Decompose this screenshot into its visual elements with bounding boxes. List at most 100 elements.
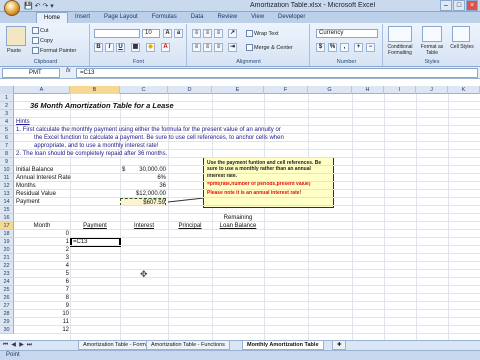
row-header[interactable]: 7 [0,142,14,150]
formula-input[interactable]: =C13 [76,68,478,78]
column-header[interactable]: E [212,86,264,94]
format-painter-button[interactable]: Format Painter [32,47,76,54]
last-sheet-icon[interactable]: ⏭ [26,342,33,349]
row-header[interactable]: 2 [0,102,14,110]
next-sheet-icon[interactable]: ▶ [18,342,25,349]
number-format-select[interactable]: Currency [316,29,378,38]
tab-review[interactable]: Review [210,12,244,23]
row-header[interactable]: 6 [0,134,14,142]
font-color-icon[interactable]: A [161,43,170,52]
font-size-select[interactable]: 10 [142,29,160,38]
row-header[interactable]: 28 [0,310,14,318]
office-button[interactable] [4,0,20,16]
first-sheet-icon[interactable]: ⏮ [2,342,9,349]
row-header[interactable]: 5 [0,126,14,134]
orientation-icon[interactable]: ↗ [228,29,237,38]
underline-icon[interactable]: U [116,43,125,52]
row-header[interactable]: 24 [0,278,14,286]
merge-center-button[interactable]: Merge & Center [246,44,293,51]
align-center-icon[interactable]: ≡ [203,43,212,52]
column-header[interactable]: K [448,86,480,94]
column-header[interactable]: F [264,86,308,94]
tab-home[interactable]: Home [36,12,69,23]
row-header[interactable]: 8 [0,150,14,158]
row-header[interactable]: 4 [0,118,14,126]
indent-icon[interactable]: ⇥ [228,43,237,52]
column-header[interactable]: B [70,86,120,94]
grow-font-icon[interactable]: A [163,29,172,38]
cut-button[interactable]: Cut [32,27,49,34]
column-header[interactable]: A [14,86,70,94]
align-left-icon[interactable]: ≡ [192,43,201,52]
row-header[interactable]: 16 [0,214,14,222]
cell-styles-icon[interactable] [452,26,470,42]
align-top-icon[interactable]: ≡ [192,29,201,38]
row-header[interactable]: 20 [0,246,14,254]
fill-color-icon[interactable]: ◆ [146,43,155,52]
fx-icon[interactable]: fx [66,68,71,74]
italic-icon[interactable]: I [105,43,114,52]
conditional-formatting-button[interactable]: Conditional Formatting [384,44,416,56]
bold-icon[interactable]: B [94,43,103,52]
minimize-icon[interactable]: – [440,0,452,11]
column-header[interactable]: C [120,86,168,94]
quick-access-toolbar[interactable]: 💾 ↶ ↷ ▾ [24,2,54,10]
prev-sheet-icon[interactable]: ◀ [10,342,17,349]
row-header[interactable]: 9 [0,158,14,166]
format-as-table-icon[interactable] [422,26,442,42]
row-header[interactable]: 19 [0,238,14,246]
increase-decimal-icon[interactable]: + [354,43,363,52]
tab-view[interactable]: View [244,12,271,23]
copy-button[interactable]: Copy [32,37,53,44]
row-header[interactable]: 10 [0,166,14,174]
decrease-decimal-icon[interactable]: − [366,43,375,52]
row-header[interactable]: 21 [0,254,14,262]
tab-developer[interactable]: Developer [271,12,312,23]
row-header[interactable]: 14 [0,198,14,206]
maximize-icon[interactable]: □ [453,0,465,11]
tab-page-layout[interactable]: Page Layout [97,12,145,23]
currency-icon[interactable]: $ [316,43,325,52]
row-header[interactable]: 30 [0,326,14,334]
format-as-table-button[interactable]: Format as Table [418,44,446,56]
name-box[interactable]: PMT [2,68,60,78]
shrink-font-icon[interactable]: a [174,29,183,38]
row-header[interactable]: 22 [0,262,14,270]
close-icon[interactable]: × [466,0,478,11]
font-name-select[interactable] [94,29,140,38]
insert-sheet-icon[interactable]: ✚ [332,341,346,350]
row-header[interactable]: 25 [0,286,14,294]
column-header[interactable]: I [384,86,416,94]
row-header[interactable]: 23 [0,270,14,278]
paste-button[interactable]: Paste [7,48,21,54]
row-header[interactable]: 27 [0,302,14,310]
sheet-tab-monthly[interactable]: Monthly Amortization Table [242,341,324,350]
column-header[interactable]: G [308,86,352,94]
row-header[interactable]: 17 [0,222,14,230]
conditional-formatting-icon[interactable] [388,26,412,42]
wrap-text-button[interactable]: Wrap Text [246,30,279,37]
align-middle-icon[interactable]: ≡ [203,29,212,38]
tab-formulas[interactable]: Formulas [145,12,184,23]
align-right-icon[interactable]: ≡ [214,43,223,52]
row-header[interactable]: 12 [0,182,14,190]
row-header[interactable]: 18 [0,230,14,238]
cell-styles-button[interactable]: Cell Styles [448,44,476,50]
align-bottom-icon[interactable]: ≡ [214,29,223,38]
row-header[interactable]: 3 [0,110,14,118]
row-header[interactable]: 29 [0,318,14,326]
comma-icon[interactable]: , [340,43,349,52]
sheet-tab-functions[interactable]: Amortization Table - Functions [146,341,230,350]
column-header[interactable]: H [352,86,384,94]
column-header[interactable]: J [416,86,448,94]
row-header[interactable]: 13 [0,190,14,198]
paste-icon[interactable] [6,26,26,46]
row-header[interactable]: 11 [0,174,14,182]
row-header[interactable]: 15 [0,206,14,214]
tab-data[interactable]: Data [184,12,211,23]
column-header[interactable]: D [168,86,212,94]
borders-icon[interactable]: ▦ [131,43,140,52]
percent-icon[interactable]: % [328,43,337,52]
row-header[interactable]: 26 [0,294,14,302]
select-all-corner[interactable] [0,86,14,94]
